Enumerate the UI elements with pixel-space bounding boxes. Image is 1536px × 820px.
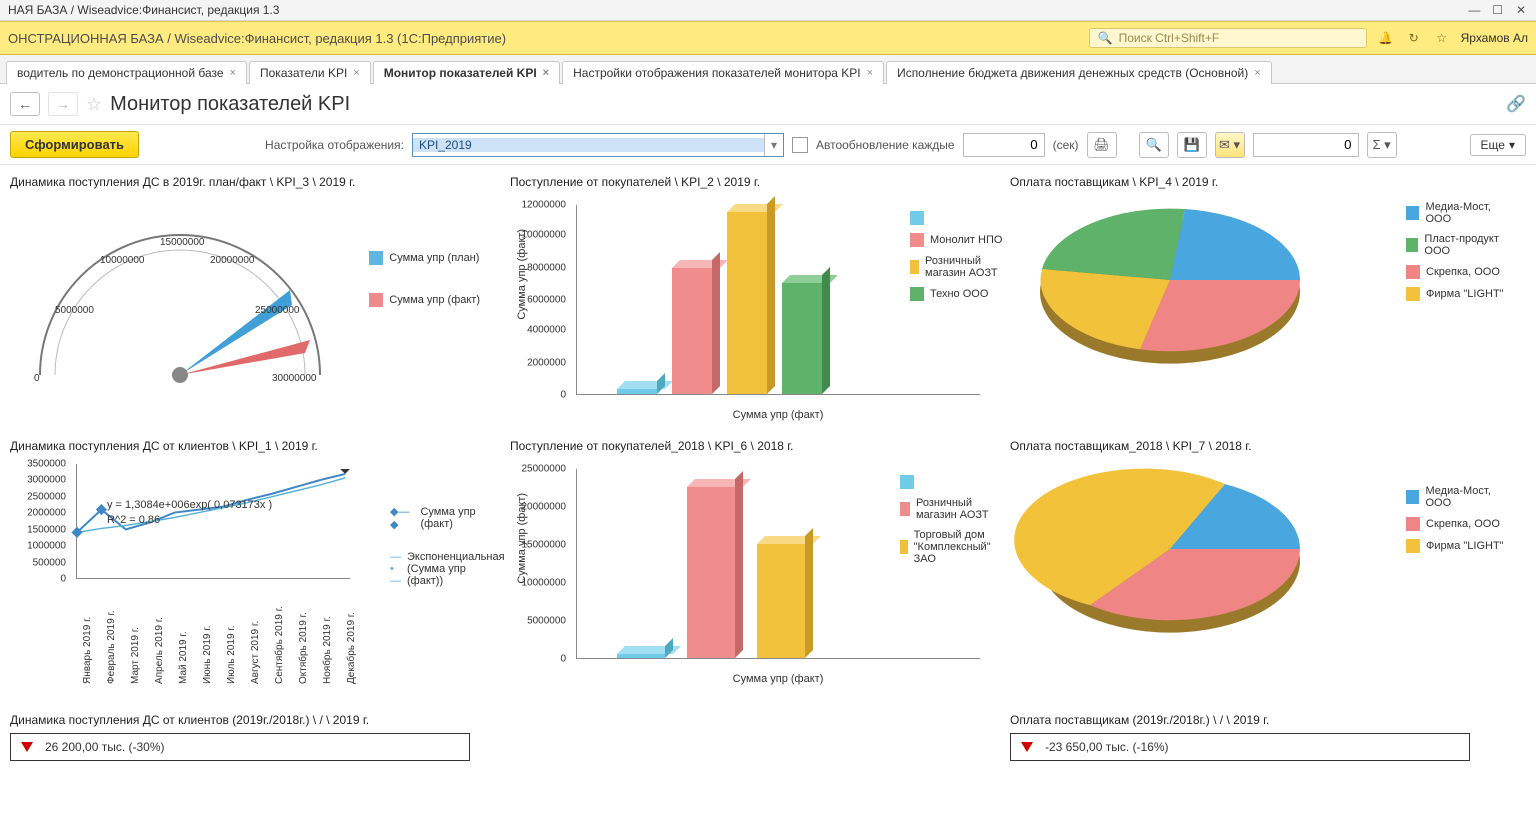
mail-button[interactable]: ✉ ▾	[1215, 132, 1245, 158]
number-input[interactable]	[1253, 133, 1359, 157]
maximize-icon[interactable]: ☐	[1491, 3, 1505, 17]
page-title: Монитор показателей KPI	[110, 93, 350, 116]
kpi-value: -23 650,00 тыс. (-16%)	[1045, 740, 1169, 754]
tab-kpi-monitor[interactable]: Монитор показателей KPI×	[373, 61, 560, 84]
tab-display-settings[interactable]: Настройки отображения показателей монито…	[562, 61, 884, 84]
widget-title: Динамика поступления ДС в 2019г. план/фа…	[10, 175, 500, 189]
display-setting-input[interactable]	[413, 138, 764, 152]
widget-title: Динамика поступления ДС от клиентов \ KP…	[10, 439, 500, 453]
tab-bar: водитель по демонстрационной базе× Показ…	[0, 55, 1536, 84]
line-legend: ◆—◆Сумма упр (факт) —•—Экспоненциальная …	[390, 505, 500, 595]
widget-pie-kpi7: Оплата поставщикам_2018 \ KPI_7 \ 2018 г…	[1010, 435, 1526, 699]
widget-gauge-kpi3: Динамика поступления ДС в 2019г. план/фа…	[10, 171, 500, 425]
app-title: ОНСТРАЦИОННАЯ БАЗА / Wiseadvice:Финансис…	[8, 31, 506, 46]
back-button[interactable]: ←	[10, 92, 40, 116]
widget-bar-kpi6: Поступление от покупателей_2018 \ KPI_6 …	[510, 435, 1000, 699]
widget-title: Оплата поставщикам (2019г./2018г.) \ / \…	[1010, 713, 1526, 727]
print-button[interactable]: 🖨	[1087, 132, 1117, 158]
display-setting-label: Настройка отображения:	[265, 138, 404, 152]
chevron-down-icon[interactable]: ▾	[764, 134, 783, 156]
window-titlebar: НАЯ БАЗА / Wiseadvice:Финансист, редакци…	[0, 0, 1536, 21]
kpi-value: 26 200,00 тыс. (-30%)	[45, 740, 165, 754]
widget-kpi-suppliers: Оплата поставщикам (2019г./2018г.) \ / \…	[1010, 709, 1526, 761]
link-icon[interactable]: 🔗	[1506, 94, 1526, 114]
forward-button[interactable]: →	[48, 92, 78, 116]
seconds-label: (сек)	[1053, 138, 1079, 152]
window-title: НАЯ БАЗА / Wiseadvice:Финансист, редакци…	[8, 3, 279, 17]
window-controls: — ☐ ✕	[1461, 3, 1528, 17]
gauge-legend: Сумма упр (план) Сумма упр (факт)	[369, 251, 480, 315]
pie-chart	[1010, 195, 1330, 385]
history-icon[interactable]: ↻	[1405, 29, 1423, 47]
minimize-icon[interactable]: —	[1467, 3, 1481, 17]
search-icon: 🔍	[1098, 31, 1113, 45]
widget-title: Оплата поставщикам_2018 \ KPI_7 \ 2018 г…	[1010, 439, 1526, 453]
bell-icon[interactable]: 🔔	[1377, 29, 1395, 47]
tab-demo-guide[interactable]: водитель по демонстрационной базе×	[6, 61, 247, 84]
pie-legend: Медиа-Мост, ООО Скрепка, ООО Фирма "LIGH…	[1406, 485, 1516, 561]
widget-pie-kpi4: Оплата поставщикам \ KPI_4 \ 2019 г. Мед…	[1010, 171, 1526, 425]
bar-legend: Монолит НПО Розничный магазин АОЗТ Техно…	[910, 211, 1010, 309]
trend-down-icon	[21, 742, 33, 752]
pie-legend: Медиа-Мост, ООО Пласт-продукт ООО Скрепк…	[1406, 201, 1516, 309]
bar-legend: Розничный магазин АОЗТ Торговый дом "Ком…	[900, 475, 1010, 573]
favorite-icon[interactable]: ☆	[86, 94, 102, 115]
save-button[interactable]: 💾	[1177, 132, 1207, 158]
close-icon[interactable]: ×	[867, 67, 873, 79]
main-toolbar: Сформировать Настройка отображения: ▾ Ав…	[0, 125, 1536, 165]
widget-title: Динамика поступления ДС от клиентов (201…	[10, 713, 500, 727]
widget-kpi-clients: Динамика поступления ДС от клиентов (201…	[10, 709, 500, 761]
y-axis: 020000004000000 600000080000001000000012…	[510, 205, 570, 395]
widget-bar-kpi2: Поступление от покупателей \ KPI_2 \ 201…	[510, 171, 1000, 425]
close-icon[interactable]: ×	[230, 67, 236, 79]
widget-line-kpi1: Динамика поступления ДС от клиентов \ KP…	[10, 435, 500, 699]
tab-kpi-indicators[interactable]: Показатели KPI×	[249, 61, 371, 84]
generate-button[interactable]: Сформировать	[10, 131, 139, 158]
widget-title: Поступление от покупателей_2018 \ KPI_6 …	[510, 439, 1000, 453]
more-button[interactable]: Еще▾	[1470, 134, 1526, 156]
chevron-down-icon: ▾	[1509, 138, 1515, 152]
tab-budget-execution[interactable]: Исполнение бюджета движения денежных сре…	[886, 61, 1272, 84]
kpi-indicator: 26 200,00 тыс. (-30%)	[10, 733, 470, 761]
autorefresh-checkbox[interactable]	[792, 137, 808, 153]
pie-chart	[1010, 459, 1330, 649]
app-header: ОНСТРАЦИОННАЯ БАЗА / Wiseadvice:Финансис…	[0, 21, 1536, 55]
widget-title: Оплата поставщикам \ KPI_4 \ 2019 г.	[1010, 175, 1526, 189]
kpi-indicator: -23 650,00 тыс. (-16%)	[1010, 733, 1470, 761]
close-icon[interactable]: ×	[1254, 67, 1260, 79]
star-icon[interactable]: ☆	[1433, 29, 1451, 47]
dashboard: Динамика поступления ДС в 2019г. план/фа…	[0, 165, 1536, 781]
page-header: ← → ☆ Монитор показателей KPI 🔗	[0, 84, 1536, 125]
preview-button[interactable]: 🔍	[1139, 132, 1169, 158]
close-icon[interactable]: ×	[353, 67, 359, 79]
autorefresh-label: Автообновление каждые	[816, 138, 955, 152]
user-name[interactable]: Ярхамов Ал	[1461, 31, 1528, 45]
close-icon[interactable]: ×	[543, 67, 549, 79]
widget-title: Поступление от покупателей \ KPI_2 \ 201…	[510, 175, 1000, 189]
sigma-button[interactable]: Σ ▾	[1367, 132, 1397, 158]
trend-down-icon	[1021, 742, 1033, 752]
search-placeholder: Поиск Ctrl+Shift+F	[1119, 31, 1358, 45]
close-icon[interactable]: ✕	[1514, 3, 1528, 17]
interval-input[interactable]	[963, 133, 1045, 157]
global-search[interactable]: 🔍 Поиск Ctrl+Shift+F	[1089, 28, 1367, 48]
display-setting-combo[interactable]: ▾	[412, 133, 784, 157]
gauge-chart: 0 5000000 10000000 15000000 20000000 250…	[10, 195, 350, 415]
